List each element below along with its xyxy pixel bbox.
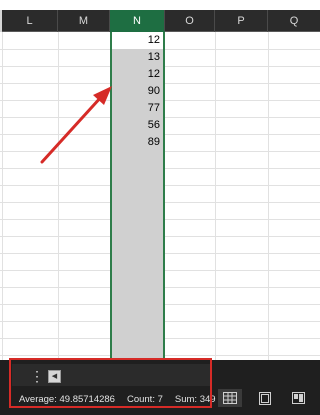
page-break-preview-button[interactable] [286, 389, 310, 407]
page-layout-view-icon [259, 391, 271, 405]
annotation-arrow [40, 86, 112, 164]
page-layout-view-button[interactable] [253, 389, 277, 407]
column-header-l[interactable]: L [2, 10, 58, 32]
column-header-q[interactable]: Q [268, 10, 320, 32]
annotation-highlight-box [9, 358, 212, 408]
column-header-row: L M N O P Q [0, 10, 320, 32]
column-header-p[interactable]: P [215, 10, 268, 32]
page-break-preview-icon [291, 392, 305, 404]
normal-view-icon [223, 392, 237, 404]
column-header-m[interactable]: M [58, 10, 110, 32]
column-header-o[interactable]: O [165, 10, 215, 32]
normal-view-button[interactable] [218, 389, 242, 407]
top-strip [0, 0, 320, 10]
column-header-n[interactable]: N [110, 10, 165, 32]
worksheet-grid[interactable]: 12 13 12 90 77 56 89 [0, 32, 320, 360]
